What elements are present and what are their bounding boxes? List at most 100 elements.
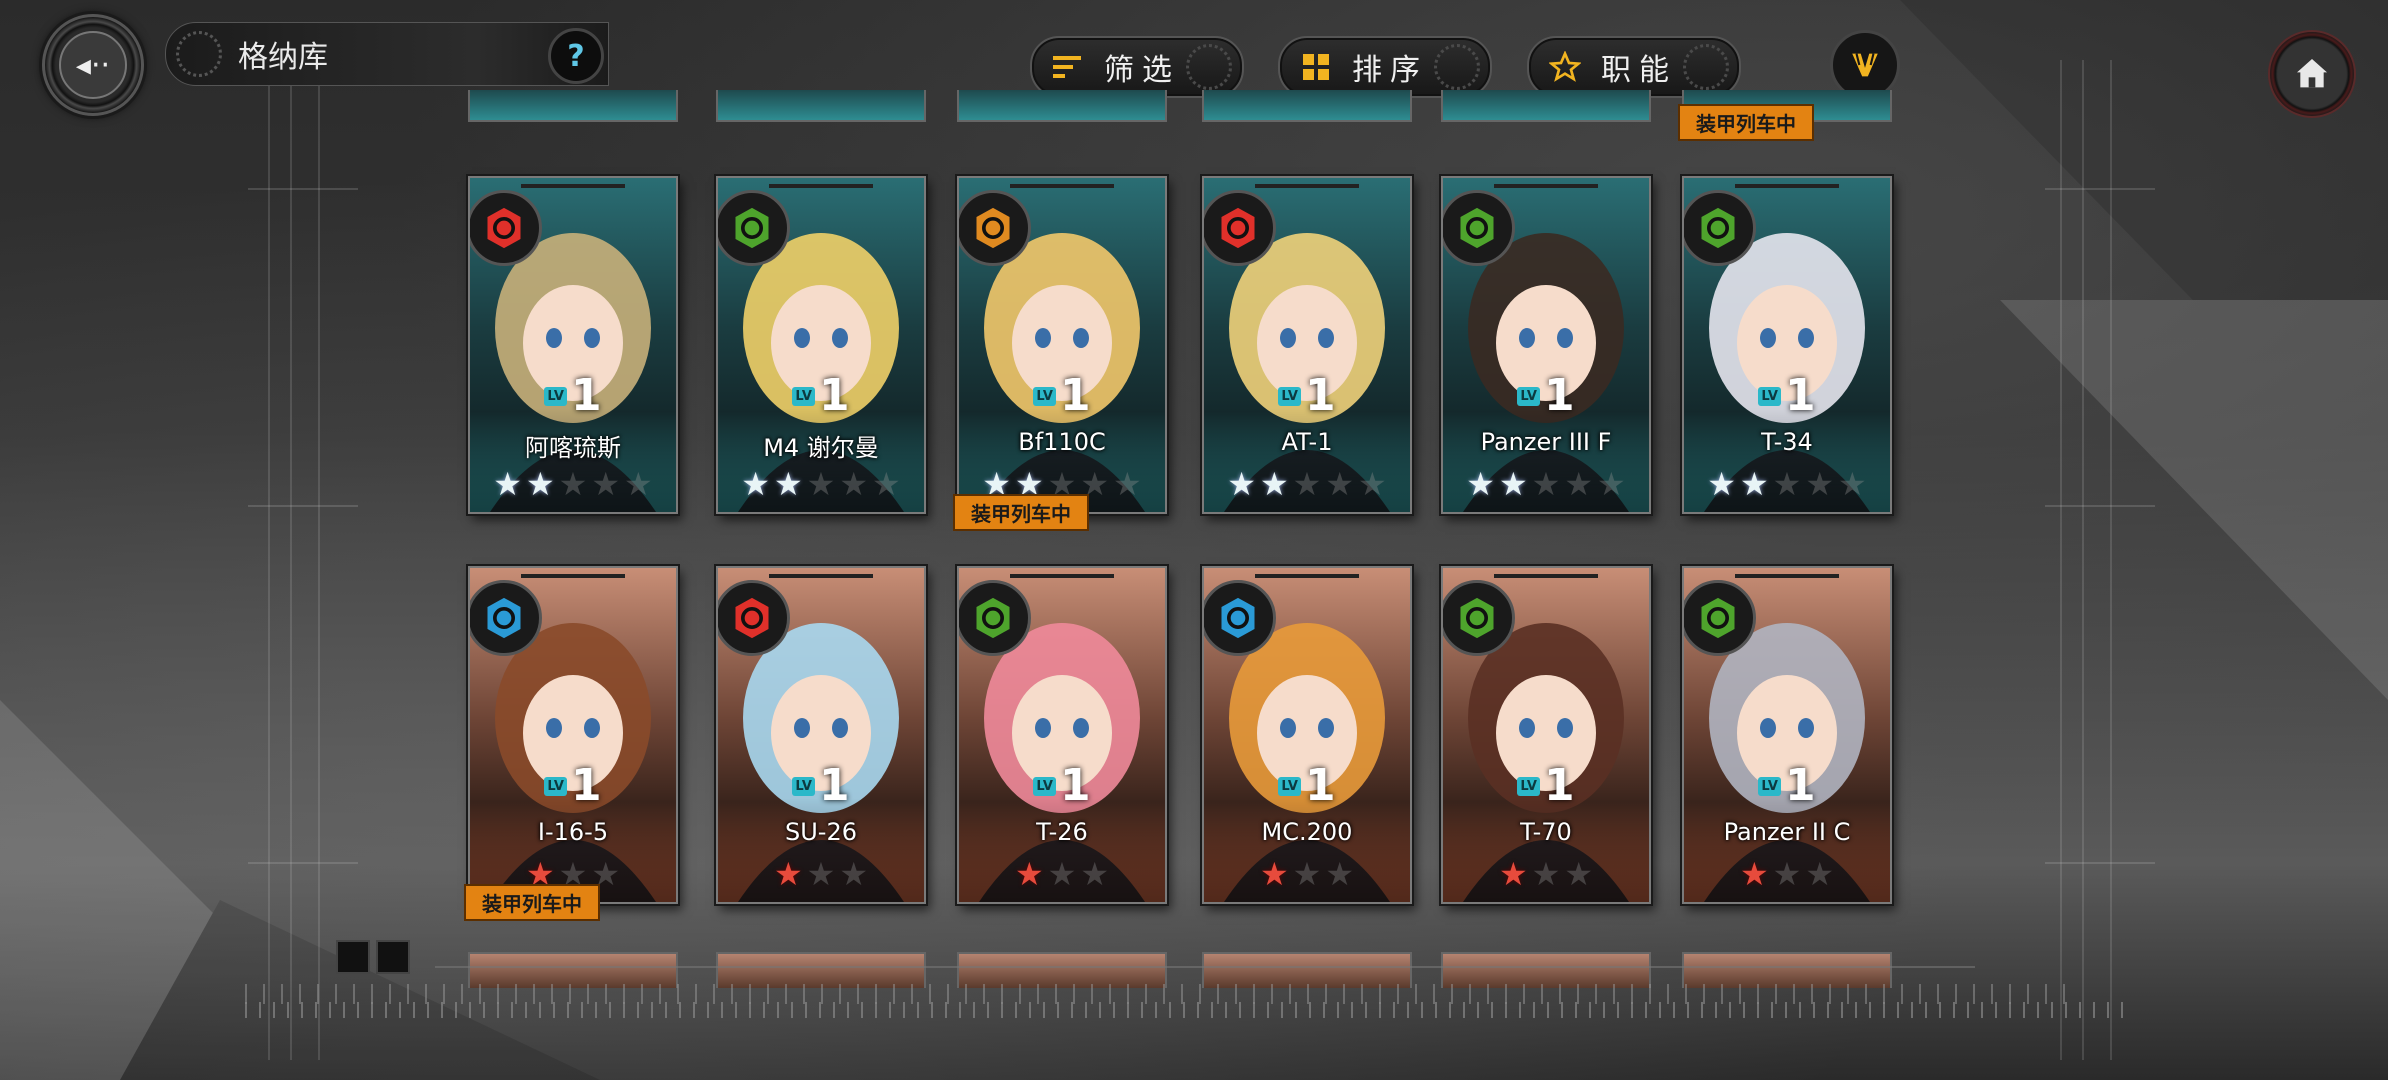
unit-card[interactable]: LV 1 T-34 ★ ★ ★ ★ ★	[1682, 176, 1892, 514]
rail-deco	[248, 505, 358, 507]
level-row: LV 1	[1684, 374, 1890, 418]
star-filled-icon: ★	[493, 465, 522, 503]
unit-card[interactable]: LV 1 Panzer III F ★ ★ ★ ★ ★	[1441, 176, 1651, 514]
role-button[interactable]: 职能	[1527, 36, 1741, 98]
level-value: 1	[1059, 760, 1091, 811]
rarity-stars: ★ ★ ★ ★ ★	[470, 468, 676, 500]
unit-name: Panzer III F	[1480, 428, 1612, 456]
unit-card[interactable]: LV 1 T-70 ★ ★ ★	[1441, 566, 1651, 904]
unit-card[interactable]: LV 1 阿喀琉斯 ★ ★ ★ ★ ★	[468, 176, 678, 514]
rail-deco	[248, 188, 358, 190]
list-item-partial[interactable]	[957, 90, 1167, 122]
level-badge: LV	[1033, 776, 1056, 796]
level-badge: LV	[544, 386, 567, 406]
unit-card[interactable]: LV 1 Panzer II C ★ ★ ★	[1682, 566, 1892, 904]
level-badge: LV	[544, 776, 567, 796]
page-dot[interactable]	[336, 940, 370, 974]
list-item-partial[interactable]	[716, 952, 926, 988]
star-empty-icon: ★	[1292, 465, 1322, 503]
star-filled-icon: ★	[1259, 465, 1289, 503]
level-badge: LV	[1517, 386, 1540, 406]
unit-card[interactable]: LV 1 SU-26 ★ ★ ★	[716, 566, 926, 904]
rail-deco	[2045, 188, 2155, 190]
star-empty-icon: ★	[1047, 855, 1077, 893]
level-value: 1	[1304, 760, 1336, 811]
star-filled-icon: ★	[1739, 465, 1769, 503]
list-item-partial[interactable]	[716, 90, 926, 122]
level-value: 1	[1543, 760, 1575, 811]
page-indicator	[336, 940, 410, 974]
star-filled-icon: ★	[1466, 465, 1495, 503]
star-filled-icon: ★	[773, 855, 803, 893]
gear-red-icon	[1204, 190, 1276, 266]
unit-card[interactable]: LV 1 M4 谢尔曼 ★ ★ ★ ★ ★	[716, 176, 926, 514]
level-row: LV 1	[959, 374, 1165, 418]
leaf-green-icon	[959, 580, 1031, 656]
star-empty-icon: ★	[872, 465, 901, 503]
title-bar: 格纳库 ?	[165, 22, 609, 86]
back-button[interactable]: ◂··	[42, 14, 144, 116]
level-value: 1	[1543, 370, 1575, 421]
wheel-deco	[1186, 44, 1232, 90]
rail-deco	[290, 60, 292, 1060]
unit-card[interactable]: LV 1 MC.200 ★ ★ ★	[1202, 566, 1412, 904]
unit-name: T-34	[1761, 428, 1813, 456]
unit-card[interactable]: LV 1 Bf110C ★ ★ ★ ★ ★	[957, 176, 1167, 514]
list-item-partial[interactable]	[468, 90, 678, 122]
list-item-partial[interactable]	[1682, 952, 1892, 988]
help-button[interactable]: ?	[548, 28, 604, 84]
unit-card[interactable]: LV 1 T-26 ★ ★ ★	[957, 566, 1167, 904]
back-arrow-icon: ◂··	[59, 31, 127, 99]
star-outline-icon	[1547, 49, 1583, 85]
home-button[interactable]	[2268, 30, 2356, 118]
rarity-stars: ★ ★ ★	[959, 858, 1165, 890]
level-row: LV 1	[1204, 764, 1410, 808]
level-badge: LV	[1033, 386, 1056, 406]
star-empty-icon: ★	[806, 465, 836, 503]
star-empty-icon: ★	[624, 465, 653, 503]
gear-red-icon	[718, 580, 790, 656]
rail-deco	[318, 60, 320, 1060]
list-item-partial[interactable]	[1202, 952, 1412, 988]
list-item-partial[interactable]	[1441, 90, 1651, 122]
rail-deco	[2045, 862, 2155, 864]
list-item-partial[interactable]	[1202, 90, 1412, 122]
filter-button[interactable]: 筛选	[1030, 36, 1244, 98]
level-badge: LV	[1517, 776, 1540, 796]
page-dot[interactable]	[376, 940, 410, 974]
train-status-badge: 装甲列车中	[464, 884, 600, 921]
gear-red-icon	[470, 190, 542, 266]
wheel-deco	[1434, 44, 1480, 90]
ruler-deco	[245, 1002, 2135, 1018]
rail-deco	[268, 60, 270, 1060]
unit-card[interactable]: LV 1 I-16-5 ★ ★ ★	[468, 566, 678, 904]
star-filled-icon: ★	[1739, 855, 1769, 893]
train-status-badge: 装甲列车中	[953, 494, 1089, 531]
list-item-partial[interactable]	[957, 952, 1167, 988]
grid-icon	[1298, 49, 1334, 85]
level-badge: LV	[1278, 776, 1301, 796]
emblem-icon	[1852, 53, 1878, 77]
sort-button[interactable]: 排序	[1278, 36, 1492, 98]
list-item-partial[interactable]	[1441, 952, 1651, 988]
level-row: LV 1	[1204, 374, 1410, 418]
star-empty-icon: ★	[1772, 465, 1802, 503]
level-value: 1	[818, 370, 850, 421]
level-value: 1	[570, 760, 602, 811]
rarity-stars: ★ ★ ★ ★ ★	[1204, 468, 1410, 500]
rail-deco	[2045, 505, 2155, 507]
level-badge: LV	[792, 776, 815, 796]
gear-icon	[176, 31, 222, 77]
star-empty-icon: ★	[558, 465, 588, 503]
star-empty-icon: ★	[1805, 855, 1835, 893]
list-item-partial[interactable]	[468, 952, 678, 988]
home-icon	[2297, 59, 2327, 88]
leaf-green-icon	[1684, 190, 1756, 266]
unit-card[interactable]: LV 1 AT-1 ★ ★ ★ ★ ★	[1202, 176, 1412, 514]
level-row: LV 1	[1443, 374, 1649, 418]
ruler-deco	[245, 984, 2075, 1004]
star-empty-icon: ★	[1325, 855, 1355, 893]
star-filled-icon: ★	[1498, 855, 1528, 893]
star-filled-icon: ★	[741, 465, 770, 503]
star-filled-icon: ★	[525, 465, 555, 503]
